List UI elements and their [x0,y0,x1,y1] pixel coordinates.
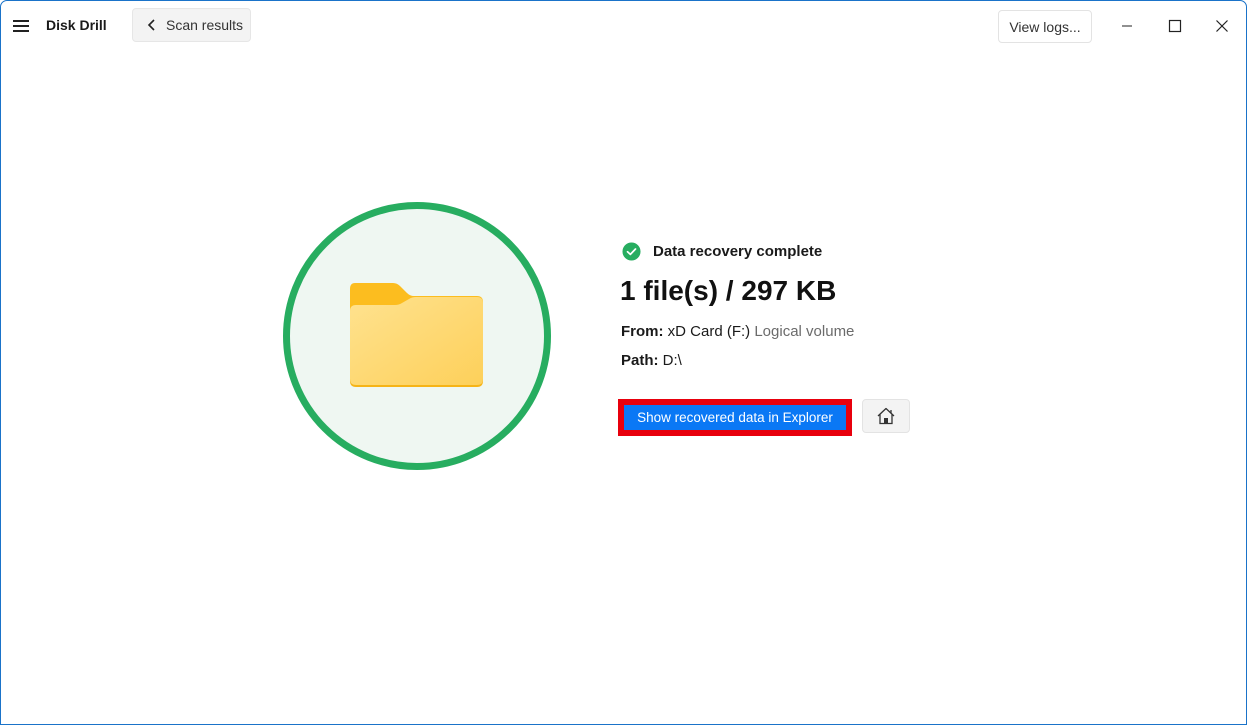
hamburger-menu-icon[interactable] [13,18,31,32]
highlight-outline: Show recovered data in Explorer [618,399,852,436]
back-button-label: Scan results [166,17,244,33]
source-device: xD Card (F:) [667,323,751,340]
maximize-button[interactable] [1160,11,1190,41]
from-label: From: [621,323,664,340]
source-type: Logical volume [754,323,855,340]
close-button[interactable] [1207,11,1237,41]
source-info: From: xD Card (F:) Logical volume [621,323,854,340]
recovery-summary: 1 file(s) / 297 KB [620,275,837,306]
back-to-scan-results-button[interactable]: Scan results [132,8,251,42]
home-button[interactable] [862,399,910,433]
minimize-button[interactable] [1112,11,1142,41]
minimize-icon [1122,25,1132,27]
folder-icon [350,283,483,387]
title-bar: Disk Drill Scan results View logs... [1,1,1246,51]
app-title: Disk Drill [46,17,107,33]
show-in-explorer-button[interactable]: Show recovered data in Explorer [624,405,846,430]
check-circle-icon [622,242,641,261]
path-info: Path: D:\ [621,352,682,369]
close-icon [1216,20,1228,32]
recovery-status: Data recovery complete [622,242,822,261]
path-value: D:\ [662,352,682,369]
chevron-left-icon [147,19,155,31]
app-window: Disk Drill Scan results View logs... Dat… [0,0,1247,725]
status-text: Data recovery complete [653,243,823,260]
path-label: Path: [621,352,659,369]
view-logs-button[interactable]: View logs... [998,10,1092,43]
home-icon [877,407,895,425]
maximize-icon [1168,19,1182,33]
